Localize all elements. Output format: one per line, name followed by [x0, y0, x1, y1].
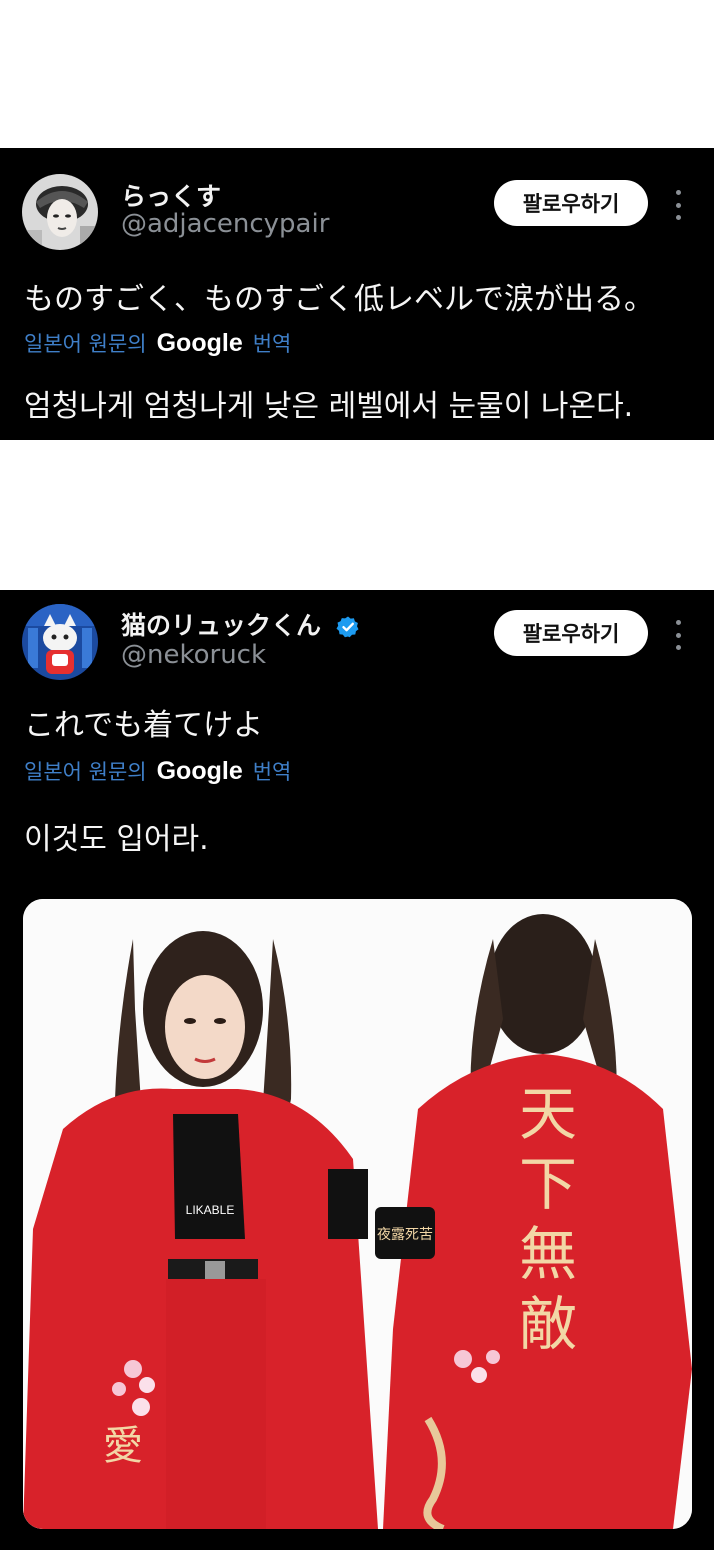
back-char-3: 無: [519, 1220, 577, 1288]
translation-attribution[interactable]: 일본어 원문의 Google 번역: [24, 756, 291, 786]
translated-text: 엄청나게 엄청나게 낮은 레벨에서 눈물이 나온다.: [24, 389, 634, 424]
google-logo: Google: [156, 757, 243, 785]
avatar[interactable]: [22, 174, 98, 250]
follow-button[interactable]: 팔로우하기: [494, 180, 648, 226]
avatar[interactable]: [22, 604, 98, 680]
translate-prefix: 일본어 원문의: [24, 760, 147, 784]
tweet-media-photo[interactable]: LIKABLE 愛 夜露死苦 天 下 無 敵: [23, 899, 692, 1529]
shirt-label: LIKABLE: [186, 1203, 235, 1217]
back-char-1: 天: [519, 1080, 577, 1148]
verified-badge-icon: [336, 616, 359, 638]
tweet-card: らっくす @adjacencypair 팔로우하기 ものすごく、ものすごく低レベ…: [0, 148, 714, 440]
tweet-text: ものすごく、ものすごく低レベルで涙が出る。: [24, 282, 654, 317]
user-handle[interactable]: @nekoruck: [121, 640, 266, 670]
translated-text: 이것도 입어라.: [24, 822, 209, 857]
translate-suffix: 번역: [252, 332, 292, 356]
follow-button[interactable]: 팔로우하기: [494, 610, 648, 656]
user-handle[interactable]: @adjacencypair: [121, 209, 329, 239]
tweet-text: これでも着てけよ: [24, 708, 264, 743]
translation-attribution[interactable]: 일본어 원문의 Google 번역: [24, 328, 291, 358]
google-logo: Google: [156, 329, 243, 357]
display-name[interactable]: らっくす: [121, 177, 221, 213]
back-char-4: 敵: [519, 1290, 577, 1358]
translate-prefix: 일본어 원문의: [24, 332, 147, 356]
armband-text: 夜露死苦: [377, 1227, 433, 1243]
svg-text:愛: 愛: [103, 1423, 143, 1469]
more-options-icon[interactable]: [668, 620, 688, 650]
back-char-2: 下: [519, 1150, 577, 1218]
display-name-row[interactable]: 猫のリュックくん: [121, 606, 360, 642]
display-name: 猫のリュックくん: [121, 611, 322, 640]
translate-suffix: 번역: [252, 760, 292, 784]
more-options-icon[interactable]: [668, 190, 688, 220]
tweet-card: 猫のリュックくん @nekoruck 팔로우하기 これでも着てけよ 일본어 원문…: [0, 590, 714, 1550]
